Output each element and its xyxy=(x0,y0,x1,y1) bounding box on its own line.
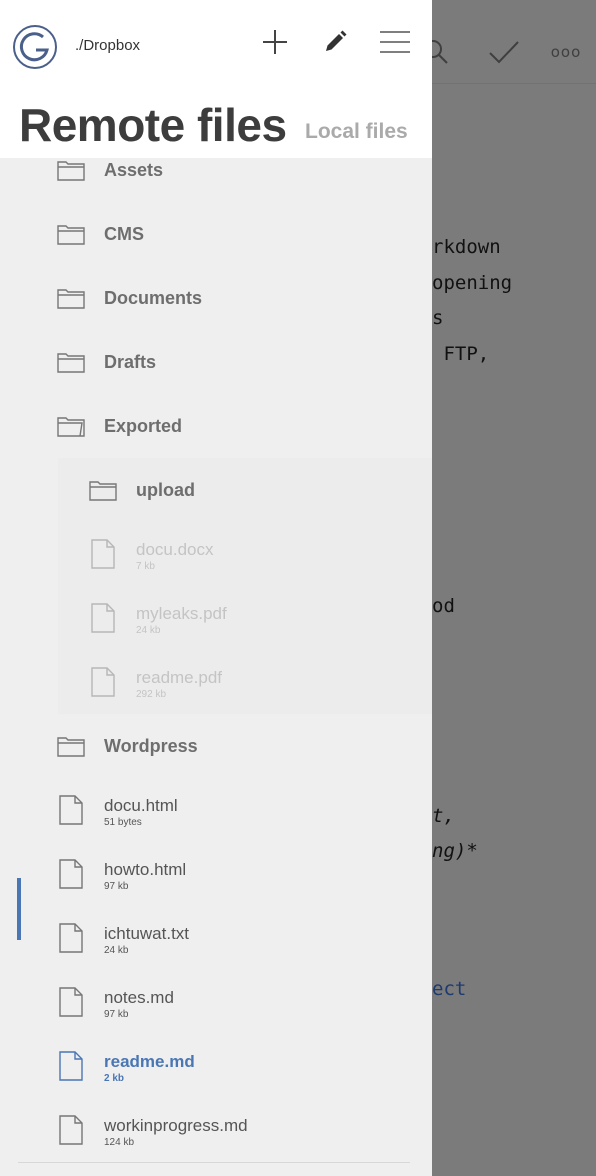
editor-text-line: s xyxy=(432,307,444,329)
folder-row[interactable]: Wordpress xyxy=(8,714,432,778)
file-icon xyxy=(56,1098,86,1162)
file-size: 51 bytes xyxy=(104,817,142,828)
file-name: myleaks.pdf xyxy=(136,604,227,623)
folder-icon xyxy=(56,330,86,394)
file-size: 97 kb xyxy=(104,881,129,892)
file-row[interactable]: notes.md 97 kb xyxy=(8,970,432,1034)
more-icon[interactable]: ooo xyxy=(544,34,588,70)
file-name: docu.docx xyxy=(136,540,214,559)
folder-icon xyxy=(56,266,86,330)
file-size: 124 kb xyxy=(104,1137,135,1148)
file-size: 97 kb xyxy=(104,1009,129,1020)
list-divider xyxy=(18,1162,410,1163)
file-icon xyxy=(88,650,118,714)
hamburger-menu-icon[interactable] xyxy=(375,24,415,60)
folder-name: Assets xyxy=(104,160,164,180)
file-size: 7 kb xyxy=(136,561,155,572)
pencil-icon[interactable] xyxy=(315,24,355,60)
file-icon xyxy=(56,970,86,1034)
file-row[interactable]: howto.html 97 kb xyxy=(8,842,432,906)
file-size: 24 kb xyxy=(136,625,161,636)
plus-icon[interactable] xyxy=(255,24,295,60)
app-logo[interactable] xyxy=(12,24,58,70)
folder-name: Documents xyxy=(104,288,203,308)
editor-text-line: opening xyxy=(432,272,513,294)
folder-row[interactable]: Assets xyxy=(8,138,432,202)
folder-row[interactable]: Documents xyxy=(8,266,432,330)
file-size: 292 kb xyxy=(136,689,167,700)
folder-name: Drafts xyxy=(104,352,157,372)
folder-row[interactable]: Exported xyxy=(8,394,432,458)
folder-name: CMS xyxy=(104,224,144,244)
folder-icon xyxy=(56,138,86,202)
file-row[interactable]: docu.html 51 bytes xyxy=(8,778,432,842)
folder-icon xyxy=(56,714,86,778)
file-row[interactable]: myleaks.pdf 24 kb xyxy=(8,586,432,650)
file-name: docu.html xyxy=(104,796,178,815)
file-row[interactable]: readme.pdf 292 kb xyxy=(8,650,432,714)
editor-text-line: od xyxy=(432,595,455,617)
file-drawer: ./Dropbox Remote files Local files Asset… xyxy=(0,0,432,1176)
file-name: ichtuwat.txt xyxy=(104,924,190,943)
selection-indicator xyxy=(17,878,21,940)
file-name: notes.md xyxy=(104,988,174,1007)
folder-icon xyxy=(88,458,118,522)
file-name: howto.html xyxy=(104,860,187,879)
file-icon xyxy=(88,586,118,650)
file-name: readme.pdf xyxy=(136,668,222,687)
current-path[interactable]: ./Dropbox xyxy=(75,37,140,54)
file-row[interactable]: workinprogress.md 124 kb xyxy=(8,1098,432,1162)
file-size: 24 kb xyxy=(104,945,129,956)
file-list: Assets CMS Documents Drafts Exported upload do… xyxy=(8,158,432,1163)
folder-row[interactable]: CMS xyxy=(8,202,432,266)
file-icon xyxy=(56,842,86,906)
file-name: readme.md xyxy=(104,1052,195,1071)
folder-row[interactable]: upload xyxy=(8,458,432,522)
file-size: 2 kb xyxy=(104,1073,125,1084)
editor-text-line: t, xyxy=(432,805,455,827)
folder-icon xyxy=(56,202,86,266)
editor-text-line: FTP, xyxy=(432,343,490,365)
folder-name: upload xyxy=(136,480,195,500)
file-row[interactable]: readme.md 2 kb xyxy=(8,1034,432,1098)
file-icon xyxy=(56,778,86,842)
drawer-header: ./Dropbox Remote files Local files xyxy=(0,0,432,158)
editor-text-line: rkdown xyxy=(432,236,501,258)
file-icon xyxy=(56,906,86,970)
file-row[interactable]: ichtuwat.txt 24 kb xyxy=(8,906,432,970)
folder-row[interactable]: Drafts xyxy=(8,330,432,394)
file-icon xyxy=(88,522,118,586)
editor-text-line: ng)* xyxy=(432,840,478,862)
folder-name: Exported xyxy=(104,416,183,436)
file-row[interactable]: docu.docx 7 kb xyxy=(8,522,432,586)
folder-icon xyxy=(56,394,86,458)
folder-name: Wordpress xyxy=(104,736,198,756)
file-icon xyxy=(56,1034,86,1098)
check-icon[interactable] xyxy=(484,34,524,70)
editor-link-text[interactable]: ect xyxy=(432,978,466,1000)
file-name: workinprogress.md xyxy=(104,1116,248,1135)
